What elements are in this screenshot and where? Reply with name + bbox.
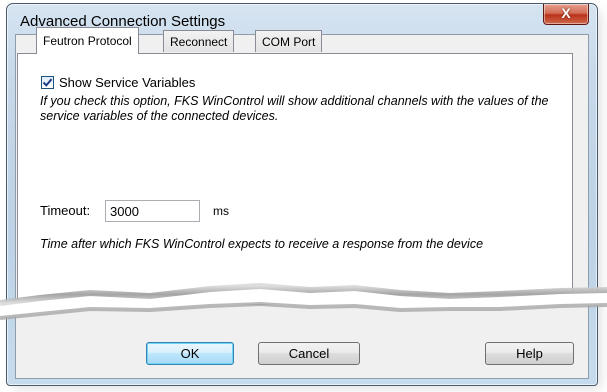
tab-com-port[interactable]: COM Port xyxy=(255,30,323,52)
show-service-variables-checkbox[interactable] xyxy=(41,76,54,89)
close-button[interactable]: X xyxy=(543,4,589,25)
tab-feutron-protocol[interactable]: Feutron Protocol xyxy=(36,27,139,54)
help-button[interactable]: Help xyxy=(485,342,574,365)
tab-label: COM Port xyxy=(262,35,316,49)
tab-reconnect[interactable]: Reconnect xyxy=(163,30,235,52)
timeout-input[interactable] xyxy=(105,200,200,222)
checkmark-icon xyxy=(42,78,53,87)
ok-button[interactable]: OK xyxy=(146,342,234,365)
torn-paper-divider xyxy=(0,282,607,320)
timeout-unit-label: ms xyxy=(213,204,229,218)
cancel-button[interactable]: Cancel xyxy=(258,342,360,365)
timeout-label: Timeout: xyxy=(40,203,91,218)
close-icon: X xyxy=(561,5,571,21)
tab-label: Reconnect xyxy=(170,35,228,49)
service-variables-help-text: If you check this option, FKS WinControl… xyxy=(40,94,549,123)
tab-label: Feutron Protocol xyxy=(43,34,132,48)
timeout-help-text: Time after which FKS WinControl expects … xyxy=(40,237,484,251)
show-service-variables-label[interactable]: Show Service Variables xyxy=(59,75,195,90)
